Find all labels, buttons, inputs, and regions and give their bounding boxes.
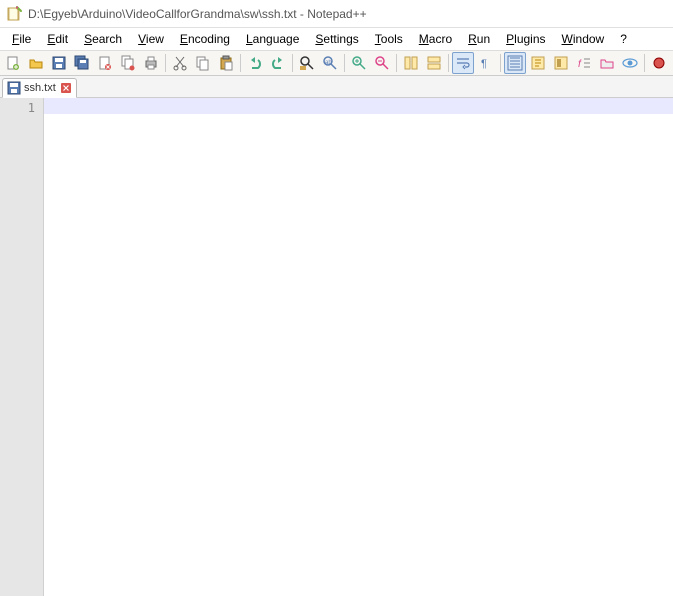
udl-button[interactable] <box>527 52 549 74</box>
print-button[interactable] <box>140 52 162 74</box>
sync-hscroll-button[interactable] <box>423 52 445 74</box>
open-file-button[interactable] <box>25 52 47 74</box>
save-button[interactable] <box>48 52 70 74</box>
menu-language[interactable]: Language <box>238 30 307 48</box>
menu-settings[interactable]: Settings <box>307 30 366 48</box>
redo-button[interactable] <box>267 52 289 74</box>
toolbar-separator <box>500 54 501 72</box>
editor-area: 1 <box>0 98 673 596</box>
tab-close-button[interactable] <box>60 82 72 94</box>
close-button[interactable] <box>94 52 116 74</box>
menu-search[interactable]: Search <box>76 30 130 48</box>
cut-button[interactable] <box>169 52 191 74</box>
menu-run[interactable]: Run <box>460 30 498 48</box>
menu-edit[interactable]: Edit <box>39 30 76 48</box>
menu-file[interactable]: File <box>4 30 39 48</box>
svg-text:ab: ab <box>325 60 332 66</box>
line-number: 1 <box>0 100 35 116</box>
menu-tools[interactable]: Tools <box>367 30 411 48</box>
toolbar-separator <box>240 54 241 72</box>
monitoring-button[interactable] <box>619 52 641 74</box>
toolbar-separator <box>344 54 345 72</box>
record-macro-button[interactable] <box>648 52 670 74</box>
toolbar-separator <box>644 54 645 72</box>
menu-view[interactable]: View <box>130 30 172 48</box>
title-bar: D:\Egyeb\Arduino\VideoCallforGrandma\sw\… <box>0 0 673 28</box>
zoom-out-button[interactable] <box>371 52 393 74</box>
menu-encoding[interactable]: Encoding <box>172 30 238 48</box>
svg-text:f: f <box>578 59 582 70</box>
indent-guide-button[interactable] <box>504 52 526 74</box>
copy-button[interactable] <box>192 52 214 74</box>
menu-help[interactable]: ? <box>612 30 635 48</box>
menu-macro[interactable]: Macro <box>411 30 460 48</box>
current-line-highlight <box>44 98 673 114</box>
doc-map-button[interactable] <box>550 52 572 74</box>
toolbar-separator <box>448 54 449 72</box>
menu-window[interactable]: Window <box>554 30 613 48</box>
svg-text:¶: ¶ <box>481 58 487 70</box>
replace-button[interactable]: ab <box>319 52 341 74</box>
tab-bar: ssh.txt <box>0 76 673 98</box>
toolbar-separator <box>396 54 397 72</box>
new-file-button[interactable] <box>2 52 24 74</box>
save-all-button[interactable] <box>71 52 93 74</box>
zoom-in-button[interactable] <box>348 52 370 74</box>
find-button[interactable] <box>296 52 318 74</box>
menu-bar: File Edit Search View Encoding Language … <box>0 28 673 50</box>
paste-button[interactable] <box>215 52 237 74</box>
sync-vscroll-button[interactable] <box>400 52 422 74</box>
word-wrap-button[interactable] <box>452 52 474 74</box>
toolbar-separator <box>292 54 293 72</box>
all-chars-button[interactable]: ¶ <box>475 52 497 74</box>
folder-workspace-button[interactable] <box>596 52 618 74</box>
text-editor[interactable] <box>44 98 673 596</box>
app-icon <box>6 6 22 22</box>
save-status-icon <box>7 81 21 95</box>
window-title: D:\Egyeb\Arduino\VideoCallforGrandma\sw\… <box>28 7 367 21</box>
file-tab[interactable]: ssh.txt <box>2 78 77 98</box>
menu-plugins[interactable]: Plugins <box>498 30 553 48</box>
close-all-button[interactable] <box>117 52 139 74</box>
undo-button[interactable] <box>244 52 266 74</box>
func-list-button[interactable]: f <box>573 52 595 74</box>
toolbar: ab ¶ f <box>0 50 673 76</box>
toolbar-separator <box>165 54 166 72</box>
tab-label: ssh.txt <box>24 82 56 94</box>
line-number-gutter: 1 <box>0 98 44 596</box>
